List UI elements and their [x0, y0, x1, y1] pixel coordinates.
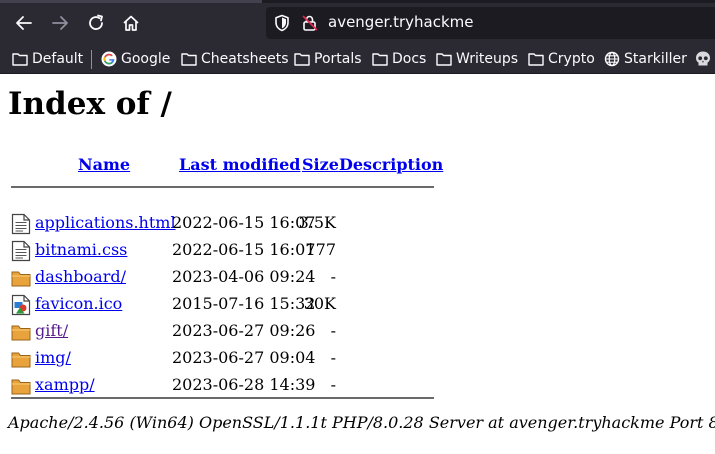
folder-icon: [11, 321, 31, 343]
column-size-link[interactable]: Size: [302, 155, 339, 174]
file-link[interactable]: favicon.ico: [35, 294, 122, 313]
file-size: 30K: [303, 294, 336, 313]
bookmark-label: Starkiller: [624, 51, 687, 67]
globe-icon: [604, 51, 620, 67]
header-divider: [11, 186, 434, 188]
page-title: Index of /: [8, 86, 172, 122]
column-description-link[interactable]: Description: [339, 155, 443, 174]
folder-icon: [181, 53, 197, 66]
folder-icon: [11, 348, 31, 370]
shield-icon[interactable]: [274, 14, 290, 32]
back-button[interactable]: [11, 10, 37, 36]
bookmark-label: Crypto: [548, 51, 595, 67]
lock-warning-icon[interactable]: [301, 14, 319, 32]
bookmarks-separator: [91, 50, 92, 69]
file-modified-date: 2023-06-28 14:39: [172, 375, 316, 394]
arrow-right-icon: [52, 16, 68, 30]
file-size: -: [330, 321, 336, 340]
file-size: -: [330, 348, 336, 367]
column-last-modified-link[interactable]: Last modified: [179, 155, 300, 174]
file-link[interactable]: applications.html: [35, 213, 176, 232]
bookmark-cheatsheets[interactable]: Cheatsheets: [181, 50, 289, 68]
url-bar[interactable]: avenger.tryhackme: [266, 7, 715, 39]
text-file-icon: [11, 240, 31, 262]
file-modified-date: 2023-06-27 09:26: [172, 321, 316, 340]
home-icon: [123, 15, 139, 31]
reload-button[interactable]: [83, 10, 109, 36]
bookmark-portals[interactable]: Portals: [294, 50, 362, 68]
column-name-link[interactable]: Name: [78, 155, 130, 174]
file-link[interactable]: dashboard/: [35, 267, 126, 286]
file-link[interactable]: xampp/: [35, 375, 95, 394]
bookmark-skull[interactable]: [694, 50, 715, 68]
url-text[interactable]: avenger.tryhackme: [328, 13, 474, 31]
file-link[interactable]: img/: [35, 348, 71, 367]
folder-icon: [11, 375, 31, 397]
file-link[interactable]: bitnami.css: [35, 240, 127, 259]
file-modified-date: 2022-06-15 16:07: [172, 213, 316, 232]
image-file-icon: [11, 294, 31, 316]
skull-icon: [696, 51, 710, 66]
bookmark-starkiller[interactable]: Starkiller: [604, 50, 687, 68]
footer-divider: [11, 397, 434, 399]
folder-icon: [436, 53, 452, 66]
folder-icon: [11, 267, 31, 289]
file-size: 177: [305, 240, 336, 259]
bookmark-label: Docs: [392, 51, 427, 67]
bookmark-label: Writeups: [456, 51, 519, 67]
file-modified-date: 2023-04-06 09:24: [172, 267, 316, 286]
browser-toolbar: avenger.tryhackme: [0, 0, 715, 45]
file-modified-date: 2022-06-15 16:07: [172, 240, 316, 259]
arrow-left-icon: [16, 16, 32, 30]
folder-icon: [12, 53, 28, 66]
bookmark-google[interactable]: Google: [101, 50, 170, 68]
folder-icon: [294, 53, 310, 66]
active-tab-indicator[interactable]: [0, 0, 262, 3]
google-icon: [101, 51, 117, 67]
file-modified-date: 2015-07-16 15:32: [172, 294, 316, 313]
text-file-icon: [11, 213, 31, 235]
home-button[interactable]: [118, 10, 144, 36]
bookmark-writeups[interactable]: Writeups: [436, 50, 518, 68]
bookmark-label: Google: [121, 51, 171, 67]
file-size: -: [330, 375, 336, 394]
bookmark-label: Cheatsheets: [201, 51, 289, 67]
bookmark-docs[interactable]: Docs: [372, 50, 426, 68]
bookmark-default[interactable]: Default: [12, 50, 83, 68]
server-signature: Apache/2.4.56 (Win64) OpenSSL/1.1.1t PHP…: [8, 413, 715, 432]
reload-icon: [89, 14, 103, 30]
folder-icon: [528, 53, 544, 66]
file-size: 3.5K: [298, 213, 336, 232]
forward-button[interactable]: [47, 10, 73, 36]
bookmark-label: Default: [32, 51, 84, 67]
file-modified-date: 2023-06-27 09:04: [172, 348, 316, 367]
file-link[interactable]: gift/: [35, 321, 68, 340]
folder-icon: [372, 53, 388, 66]
tab-strip: [0, 0, 715, 3]
bookmark-crypto[interactable]: Crypto: [528, 50, 595, 68]
bookmark-label: Portals: [314, 51, 362, 67]
file-size: -: [330, 267, 336, 286]
bookmarks-toolbar: Default Google Cheatsheets Portals Docs …: [0, 45, 715, 74]
